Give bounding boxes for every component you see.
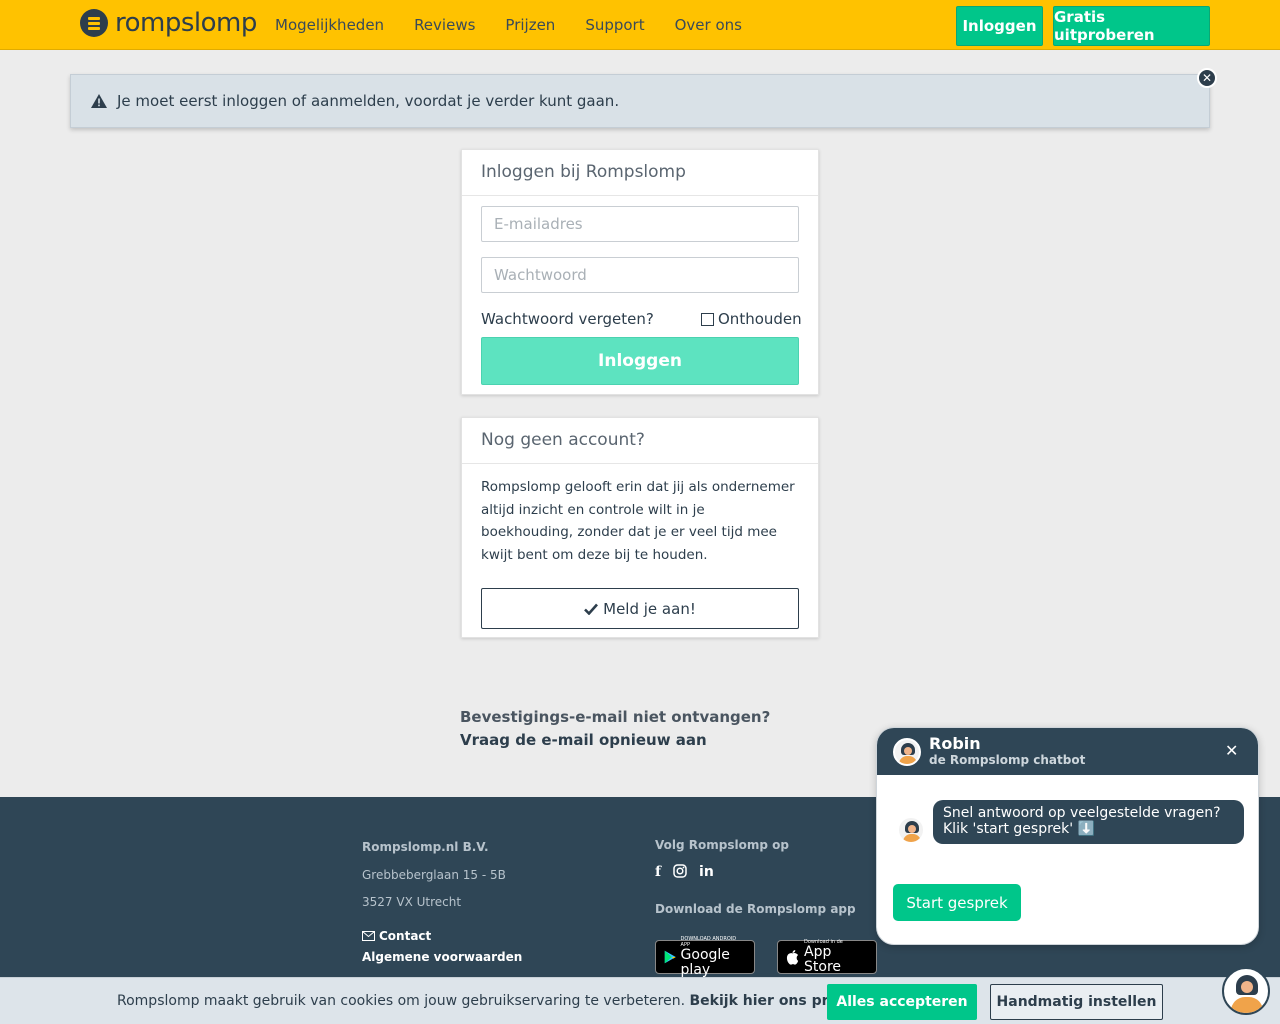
google-play-icon [664, 950, 676, 964]
login-panel: Inloggen bij Rompslomp E-mailadres Wacht… [461, 149, 819, 395]
cookie-banner: Rompslomp maakt gebruik van cookies om j… [0, 977, 1280, 1024]
social-links: f in [655, 864, 856, 880]
brand-name: rompslomp [115, 8, 257, 38]
chatbot-avatar-icon [893, 738, 921, 766]
top-navbar: rompslomp Mogelijkheden Reviews Prijzen … [0, 0, 1280, 50]
accept-all-cookies-button[interactable]: Alles accepteren [827, 984, 977, 1020]
chat-message: Snel antwoord op veelgestelde vragen? Kl… [933, 800, 1244, 844]
check-icon [584, 603, 599, 615]
app-store-badge[interactable]: Download in de App Store [777, 939, 877, 975]
logo-icon [80, 9, 108, 37]
footer-social: Volg Rompslomp op f in Download de Romps… [655, 838, 856, 916]
nav-prijzen[interactable]: Prijzen [505, 16, 555, 34]
follow-heading: Volg Rompslomp op [655, 838, 789, 852]
chatbot-name: Robin [929, 734, 981, 753]
forgot-password-link[interactable]: Wachtwoord vergeten? [481, 310, 654, 328]
chatbot-widget: Robin de Rompslomp chatbot ✕ Snel antwoo… [876, 727, 1259, 945]
nav-over-ons[interactable]: Over ons [675, 16, 742, 34]
linkedin-icon[interactable]: in [699, 864, 714, 880]
message-avatar-icon [897, 816, 925, 844]
header-login-button[interactable]: Inloggen [956, 6, 1043, 46]
login-required-alert: Je moet eerst inloggen of aanmelden, voo… [70, 74, 1210, 128]
nav-support[interactable]: Support [585, 16, 644, 34]
resend-email-link[interactable]: Vraag de e-mail opnieuw aan [460, 731, 707, 749]
brand-logo[interactable]: rompslomp [80, 9, 257, 37]
remember-label: Onthouden [718, 310, 802, 328]
google-play-label: Google play [680, 947, 730, 978]
signup-button[interactable]: Meld je aan! [481, 588, 799, 629]
company-name: Rompslomp.nl B.V. [362, 840, 489, 854]
signup-description: Rompslomp gelooft erin dat jij als onder… [481, 479, 795, 563]
google-play-badge[interactable]: DOWNLOAD ANDROID APP Google play [655, 936, 755, 978]
warning-icon [91, 94, 107, 108]
password-input[interactable]: Wachtwoord [481, 257, 799, 293]
company-city: 3527 VX Utrecht [362, 895, 462, 909]
facebook-icon[interactable]: f [655, 864, 661, 880]
contact-link[interactable]: Contact [362, 923, 522, 951]
chat-close-icon[interactable]: ✕ [1225, 741, 1238, 760]
free-trial-button[interactable]: Gratis uitproberen [1053, 6, 1210, 46]
footer-address: Rompslomp.nl B.V. Grebbeberglaan 15 - 5B… [362, 840, 522, 978]
contact-label: Contact [379, 929, 432, 944]
remember-checkbox[interactable] [701, 312, 714, 326]
apple-icon [786, 949, 799, 965]
resend-question: Bevestigings-e-mail niet ontvangen? [460, 708, 771, 726]
manual-cookie-settings-button[interactable]: Handmatig instellen [990, 984, 1163, 1020]
signup-panel: Nog geen account? Rompslomp gelooft erin… [461, 417, 819, 638]
signup-button-label: Meld je aan! [603, 599, 696, 618]
instagram-icon[interactable] [673, 864, 687, 878]
alert-message: Je moet eerst inloggen of aanmelden, voo… [117, 92, 620, 110]
cookie-text: Rompslomp maakt gebruik van cookies om j… [117, 993, 686, 1009]
envelope-icon [362, 931, 375, 942]
start-conversation-button[interactable]: Start gesprek [893, 884, 1021, 921]
nav-reviews[interactable]: Reviews [414, 16, 475, 34]
chat-header: Robin de Rompslomp chatbot ✕ [877, 728, 1258, 775]
remember-me[interactable]: Onthouden [701, 310, 802, 328]
login-title: Inloggen bij Rompslomp [462, 150, 818, 196]
app-store-label: App Store [804, 944, 842, 975]
cookie-message: Rompslomp maakt gebruik van cookies om j… [117, 993, 923, 1009]
nav-mogelijkheden[interactable]: Mogelijkheden [275, 16, 384, 34]
main-nav: Mogelijkheden Reviews Prijzen Support Ov… [275, 0, 742, 50]
login-submit-button[interactable]: Inloggen [481, 337, 799, 385]
terms-link[interactable]: Algemene voorwaarden [362, 950, 522, 978]
signup-title: Nog geen account? [462, 418, 818, 464]
download-heading: Download de Rompslomp app [655, 902, 856, 916]
company-street: Grebbeberglaan 15 - 5B [362, 867, 506, 882]
chatbot-subtitle: de Rompslomp chatbot [929, 753, 1086, 767]
email-input[interactable]: E-mailadres [481, 206, 799, 242]
chat-launcher-icon[interactable] [1222, 967, 1270, 1015]
alert-close-icon[interactable]: ✕ [1197, 68, 1217, 88]
